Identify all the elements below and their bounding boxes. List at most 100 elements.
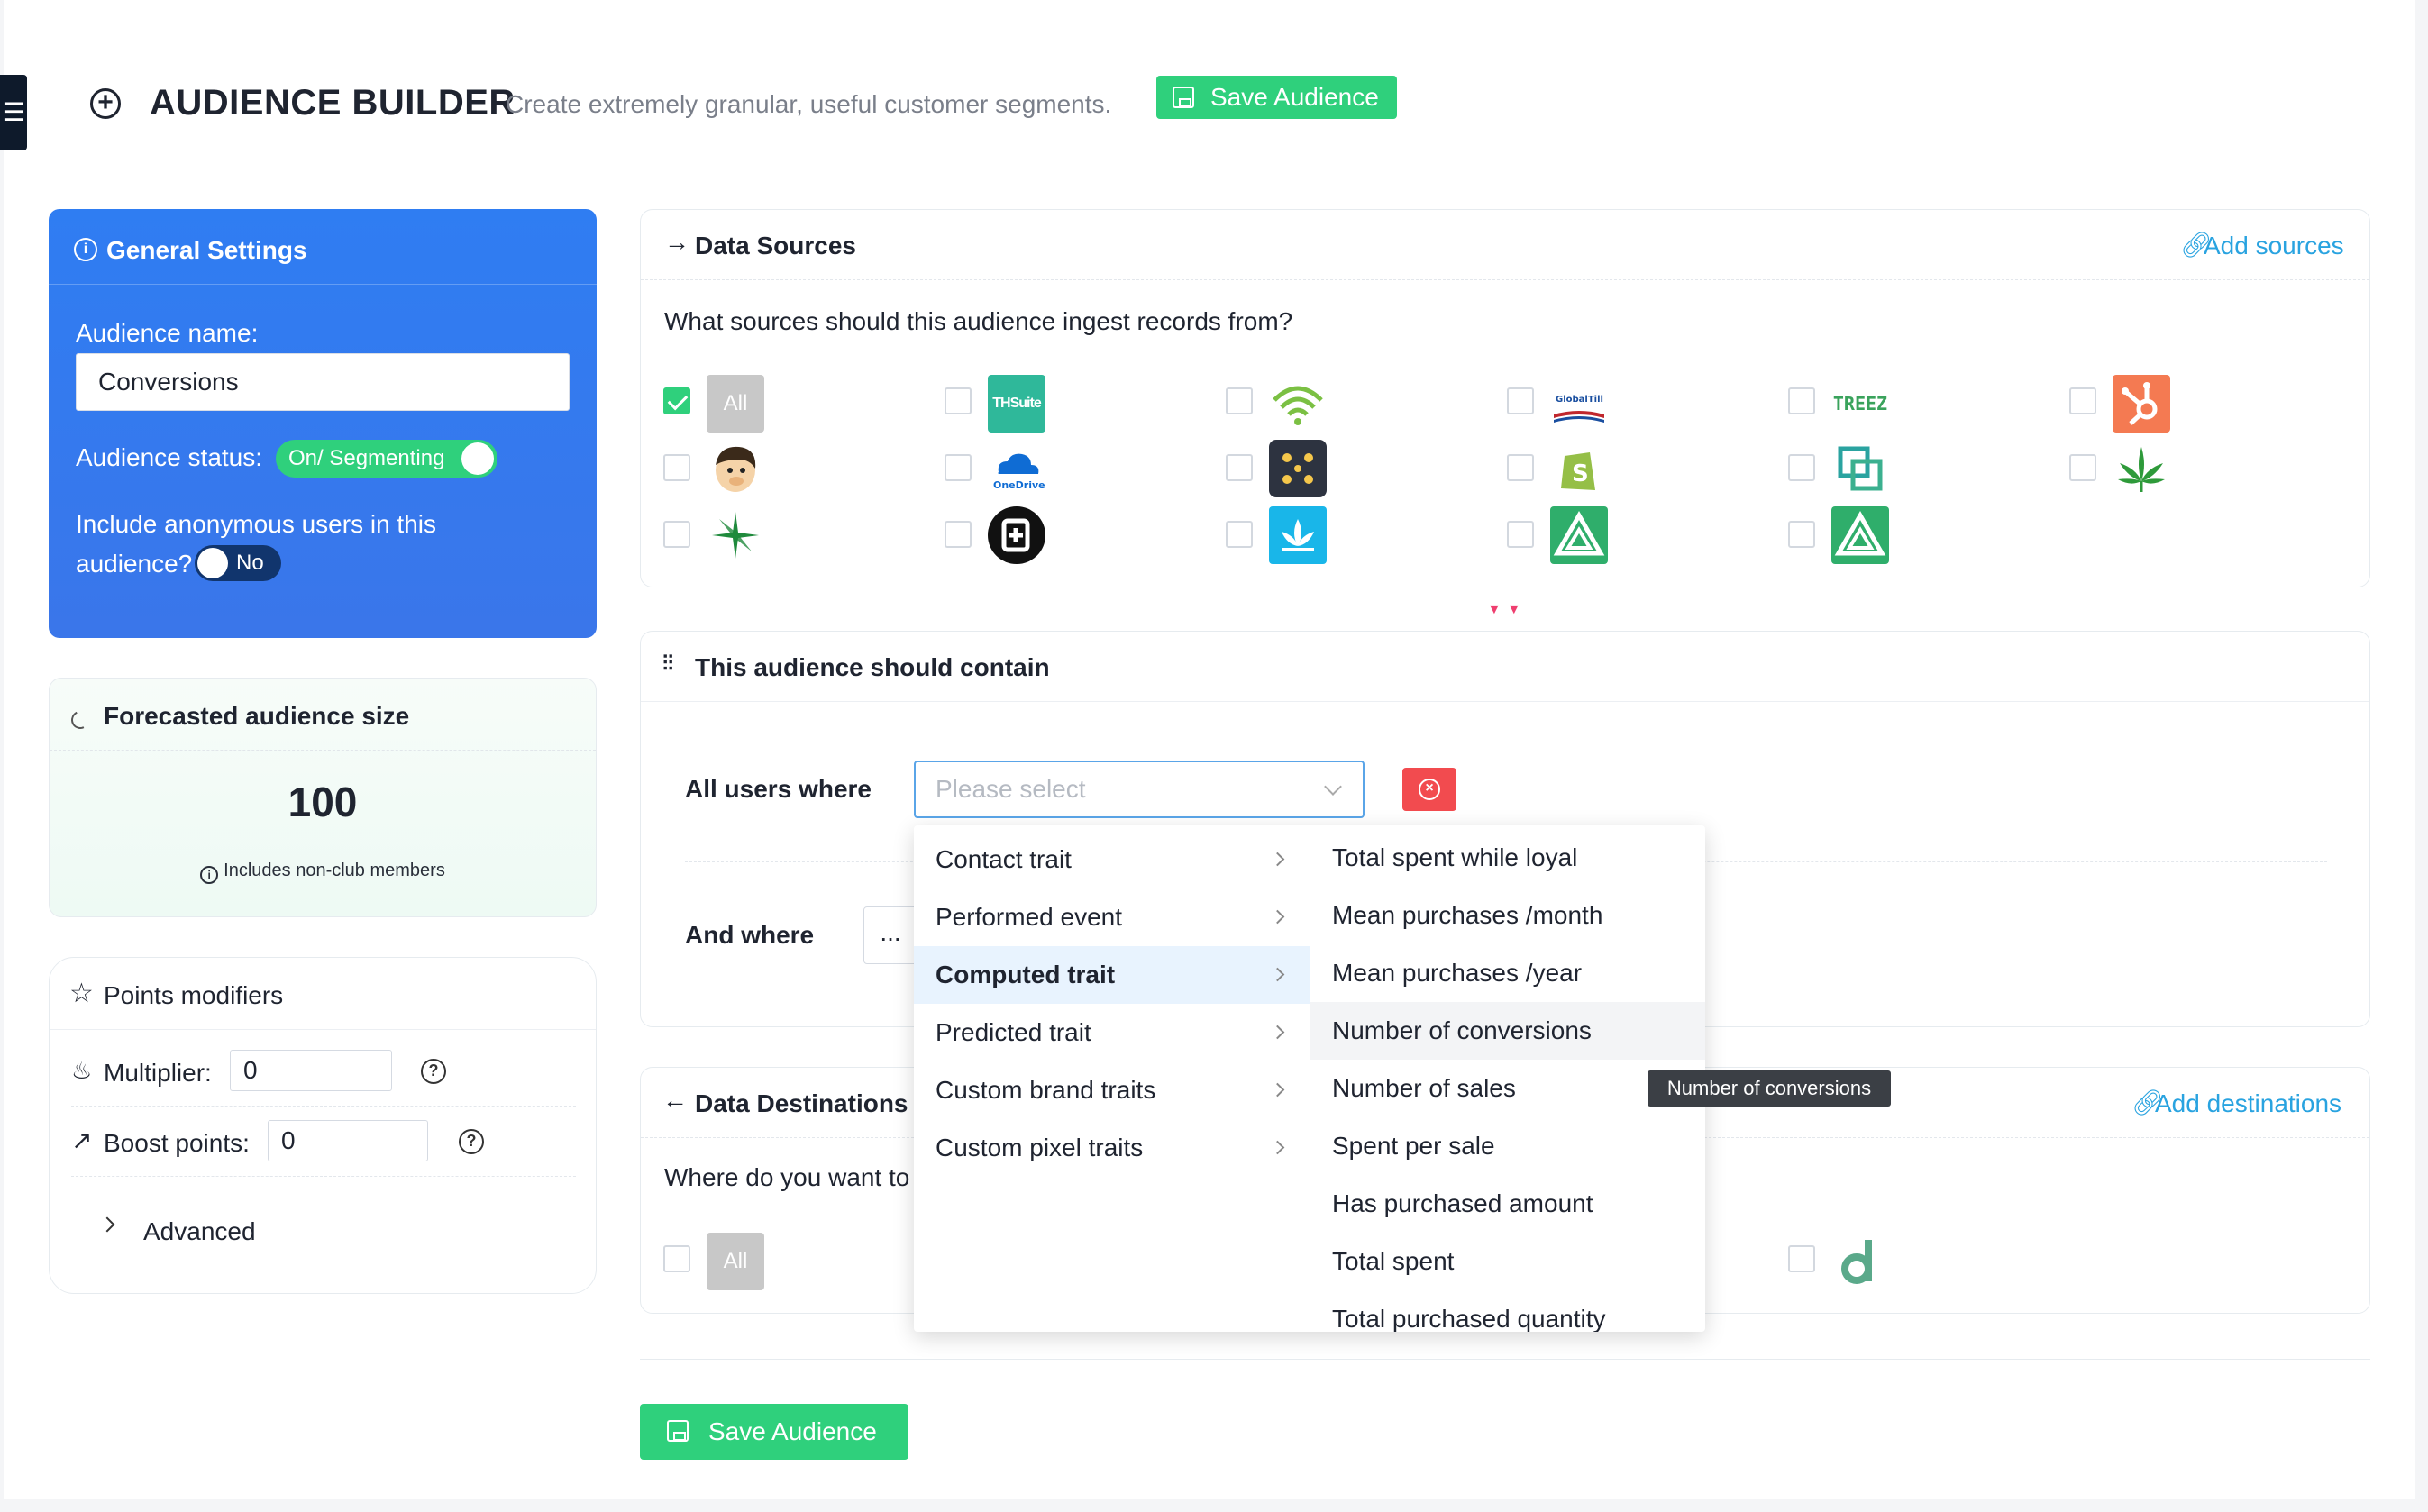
and-where-label: And where [685,921,815,949]
save-audience-button-top[interactable]: Save Audience [1156,76,1397,119]
cascader-item-computed-trait[interactable]: Computed trait [914,946,1310,1004]
hubspot-logo [2113,375,2170,433]
chevron-right-icon [1270,852,1285,867]
source-checkbox[interactable] [1226,387,1253,414]
chevron-right-icon [1270,1140,1285,1155]
cascader-item-label: Custom pixel traits [936,1134,1144,1161]
add-circle-icon[interactable]: + [90,88,121,119]
source-checkbox[interactable] [945,454,972,481]
help-icon[interactable]: ? [459,1129,484,1154]
squares-logo [1831,440,1889,497]
star-burst-logo [707,506,764,564]
help-icon[interactable]: ? [421,1059,446,1084]
forecast-value: 100 [288,779,358,825]
loading-icon [68,708,92,732]
triangle-logo [1550,506,1608,564]
source-checkbox[interactable] [1788,387,1815,414]
cascader-item-custom-brand-traits[interactable]: Custom brand traits [914,1061,1310,1119]
audience-status-label: Audience status: [76,443,263,471]
source-checkbox[interactable] [1788,521,1815,548]
condition-select[interactable]: Please select [914,761,1365,818]
cascader-option[interactable]: Mean purchases /year [1310,944,1705,1002]
sidebar-toggle-button[interactable]: ☰ [0,75,27,150]
audience-status-toggle[interactable]: On/ Segmenting [276,440,497,478]
audience-status-value: On/ Segmenting [288,446,445,470]
source-checkbox[interactable] [663,454,690,481]
cascader-option[interactable]: Spent per sale [1310,1117,1705,1175]
plus-badge-logo [988,506,1045,564]
cascader-item-contact-trait[interactable]: Contact trait [914,831,1310,888]
save-audience-label: Save Audience [708,1417,877,1445]
source-checkbox[interactable] [2069,454,2096,481]
cascader-option[interactable]: Number of sales [1310,1060,1705,1117]
source-checkbox[interactable] [1507,454,1534,481]
cascader-option[interactable]: Total spent while loyal [1310,829,1705,887]
chevron-right-icon [1270,1025,1285,1040]
cascader-item-label: Predicted trait [936,1018,1091,1046]
source-checkbox[interactable] [1788,454,1815,481]
cascader-item-custom-pixel-traits[interactable]: Custom pixel traits [914,1119,1310,1177]
add-destinations-link[interactable]: Add destinations [2155,1089,2341,1118]
save-icon [667,1420,689,1442]
cascader-option[interactable]: Total spent [1310,1233,1705,1290]
globaltill-logo-text: GlobalTill [1556,395,1603,405]
tooltip: Number of conversions [1648,1070,1891,1107]
source-checkbox[interactable] [1507,521,1534,548]
sources-question: What sources should this audience ingest… [664,307,1293,335]
forecast-header: Forecasted audience size [50,679,596,751]
thsuite-logo: THSuite [988,375,1045,433]
chevron-right-icon [99,1216,115,1233]
chevron-right-icon [1270,1082,1285,1098]
cascader-option[interactable]: Has purchased amount [1310,1175,1705,1233]
mailchimp-logo [707,440,764,497]
destination-checkbox-all[interactable] [663,1245,690,1272]
cascader-item-predicted-trait[interactable]: Predicted trait [914,1004,1310,1061]
source-checkbox[interactable] [2069,387,2096,414]
and-where-select[interactable]: ... [863,906,917,964]
destination-logo-all: All [707,1233,764,1290]
general-settings-card: i General Settings Audience name: Conver… [49,209,597,638]
cascader-item-performed-event[interactable]: Performed event [914,888,1310,946]
cascader-level2: Total spent while loyal Mean purchases /… [1310,825,1705,1332]
info-icon: i [200,866,219,884]
collapse-arrows-icon[interactable]: ▼▼ [1487,602,1527,618]
cascader-item-label: Computed trait [936,961,1116,988]
source-checkbox[interactable] [663,521,690,548]
arrow-right-icon: → [664,228,689,256]
chevron-right-icon [1270,967,1285,982]
save-icon [1173,87,1194,108]
data-destinations-title: Data Destinations [695,1089,908,1117]
boost-points-input[interactable]: 0 [268,1120,428,1161]
multiplier-input[interactable]: 0 [230,1050,392,1091]
source-checkbox-all[interactable] [663,387,690,414]
add-sources-link[interactable]: Add sources [2204,232,2344,260]
cascader-item-label: Contact trait [936,845,1072,873]
d-logo [1831,1233,1889,1290]
cascader-option[interactable]: Total purchased quantity [1310,1290,1705,1332]
source-checkbox[interactable] [945,521,972,548]
anonymous-users-label-2: audience? [76,550,193,578]
arrow-left-icon: ← [662,1086,688,1114]
audience-name-input[interactable]: Conversions [76,353,570,411]
anonymous-users-label: Include anonymous users in this [76,510,436,538]
source-checkbox[interactable] [1507,387,1534,414]
cascader-option[interactable]: Number of conversions [1310,1002,1705,1060]
forecast-card: Forecasted audience size 100 i Includes n… [49,678,597,917]
save-audience-button-bottom[interactable]: Save Audience [640,1404,908,1460]
star-icon: ☆ [69,979,94,1008]
treez-logo: TREEZ [1832,393,1888,414]
globaltill-logo: GlobalTill [1550,375,1608,433]
forecast-note: i Includes non-club members [50,861,596,884]
source-checkbox[interactable] [1226,454,1253,481]
data-sources-header: → Data Sources [641,210,2369,280]
source-checkbox[interactable] [945,387,972,414]
delete-condition-button[interactable]: × [1402,768,1456,811]
source-checkbox[interactable] [1226,521,1253,548]
rocket-icon: ♨ [71,1057,93,1084]
destination-checkbox[interactable] [1788,1245,1815,1272]
cascader-option[interactable]: Mean purchases /month [1310,887,1705,944]
anonymous-users-toggle[interactable]: No [195,545,281,581]
forecast-title: Forecasted audience size [104,702,410,730]
condition-select-placeholder: Please select [936,775,1086,803]
advanced-label: Advanced [143,1217,256,1245]
